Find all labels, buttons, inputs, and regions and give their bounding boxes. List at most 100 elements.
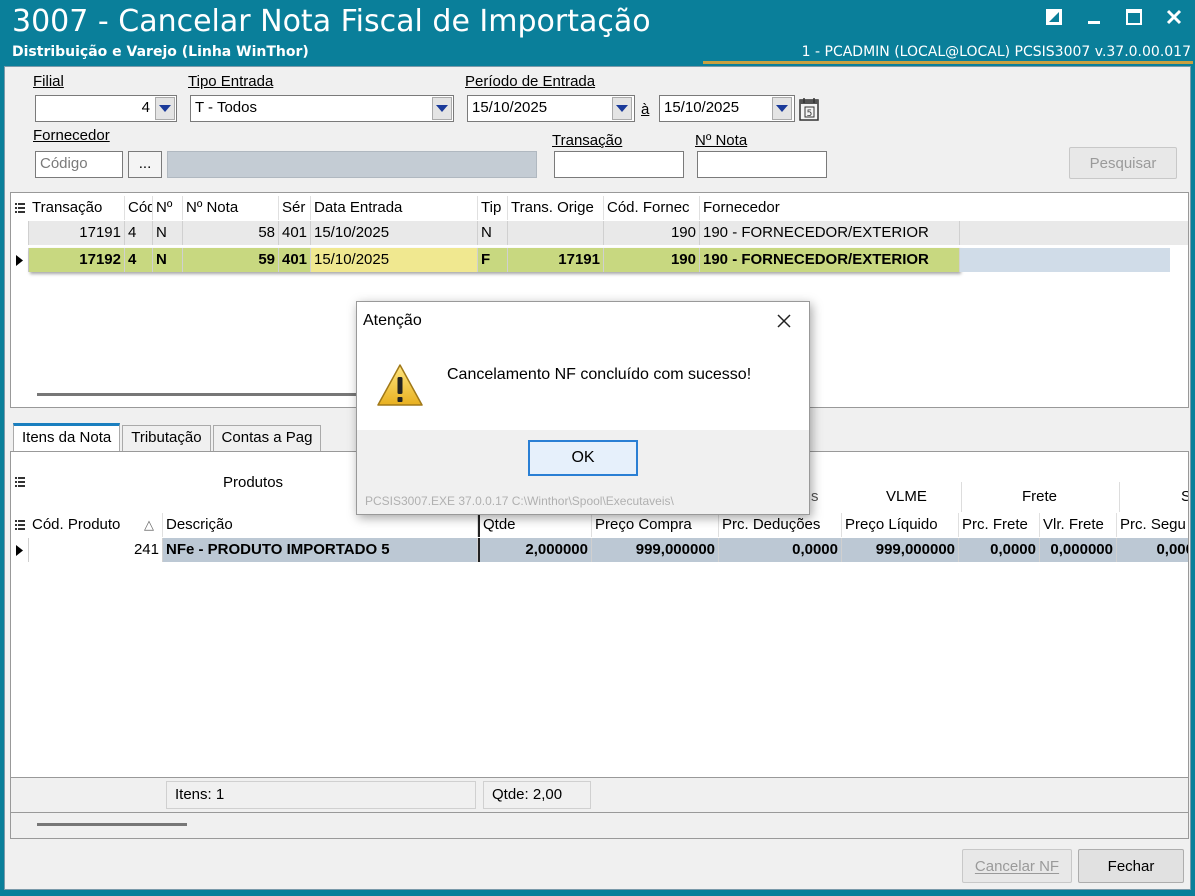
filial-dropdown-button[interactable] (155, 97, 175, 120)
col-prc-deducoes[interactable]: Prc. Deduções (719, 513, 842, 537)
cell-nota: 59 (183, 248, 279, 272)
horizontal-scrollbar[interactable] (37, 823, 187, 826)
col-qtde[interactable]: Qtde (478, 513, 592, 537)
cell-prc-deducoes: 0,0000 (719, 538, 842, 562)
periodo-separator-text: à (641, 101, 650, 118)
attention-dialog: Atenção Cancelamento NF concluído com su… (356, 301, 810, 515)
fornecedor-label: Fornecedor (33, 127, 110, 144)
col-fornecedor[interactable]: Fornecedor (700, 196, 960, 220)
list-icon (15, 477, 25, 487)
column-chooser-icon[interactable] (11, 196, 29, 220)
periodo-fim-dropdown-button[interactable] (772, 97, 792, 120)
svg-text:5: 5 (807, 109, 813, 119)
cancelar-nf-label: Cancelar NF (974, 857, 1060, 875)
cell-data-entrada: 15/10/2025 (311, 221, 478, 245)
minimize-icon (1088, 21, 1100, 24)
row-indicator (11, 221, 29, 245)
list-icon (15, 203, 25, 213)
band-vlme: VLME (886, 488, 927, 505)
close-icon (777, 314, 791, 328)
table-row[interactable]: 17191 4 N 58 401 15/10/2025 N 190 190 - … (11, 221, 1188, 245)
transacao-label: Transação (552, 132, 622, 149)
row-remainder (960, 248, 1170, 272)
restore-window-button[interactable] (1041, 4, 1067, 30)
tipo-entrada-label-text: Tipo Entrada (188, 73, 274, 90)
cell-n: N (153, 248, 183, 272)
column-chooser-icon[interactable] (11, 513, 29, 537)
table-row-selected[interactable]: 17192 4 N 59 401 15/10/2025 F 17191 190 … (11, 248, 1188, 272)
periodo-inicio-field[interactable]: 15/10/2025 (467, 95, 635, 122)
cell-vlr-frete: 0,000000 (1040, 538, 1117, 562)
fornecedor-codigo-field[interactable]: Código (35, 151, 123, 178)
col-cod[interactable]: Cód (125, 196, 153, 220)
minimize-button[interactable] (1081, 4, 1107, 30)
tab-itens-da-nota[interactable]: Itens da Nota (13, 423, 121, 451)
col-transacao[interactable]: Transação (29, 196, 125, 220)
col-n[interactable]: Nº (153, 196, 183, 220)
fornecedor-label-text: Fornecedor (33, 127, 110, 144)
cell-qtde: 2,000000 (478, 538, 592, 562)
close-window-button[interactable] (1161, 4, 1187, 30)
tipo-entrada-label: Tipo Entrada (188, 73, 273, 90)
fornecedor-lookup-button[interactable]: ... (128, 151, 162, 178)
col-data-entrada[interactable]: Data Entrada (311, 196, 478, 220)
col-cod-fornec[interactable]: Cód. Fornec (604, 196, 700, 220)
cell-trans-origem (508, 221, 604, 245)
dialog-close-button[interactable] (773, 310, 795, 332)
col-serie[interactable]: Sér (279, 196, 311, 220)
periodo-separator: à (641, 101, 649, 118)
col-prc-frete[interactable]: Prc. Frete (959, 513, 1040, 537)
cell-tipo: F (478, 248, 508, 272)
filial-label-text: Filial (33, 73, 64, 90)
pesquisar-button[interactable]: Pesquisar (1069, 147, 1177, 179)
ok-button[interactable]: OK (528, 440, 638, 476)
row-pointer-icon (11, 248, 29, 272)
col-vlr-frete[interactable]: Vlr. Frete (1040, 513, 1117, 537)
column-chooser-icon[interactable] (11, 470, 29, 494)
periodo-label-text: Período de Entrada (465, 73, 596, 90)
dialog-footer-path: PCSIS3007.EXE 37.0.0.17 C:\Winthor\Spool… (365, 494, 674, 508)
horizontal-scrollbar[interactable] (37, 393, 367, 396)
col-descricao[interactable]: Descrição (163, 513, 478, 537)
nota-field[interactable] (697, 151, 827, 178)
periodo-label: Período de Entrada (465, 73, 595, 90)
cell-transacao: 17192 (29, 248, 125, 272)
sort-ascending-icon: △ (144, 517, 154, 532)
tab-tributacao[interactable]: Tributação (122, 425, 211, 451)
col-prc-seguro[interactable]: Prc. Segu (1117, 513, 1188, 537)
cancelar-nf-button[interactable]: Cancelar NF (962, 849, 1072, 883)
cell-prc-frete: 0,0000 (959, 538, 1040, 562)
periodo-inicio-dropdown-button[interactable] (612, 97, 632, 120)
row-pointer-icon (11, 538, 29, 562)
col-tipo[interactable]: Tip (478, 196, 508, 220)
table-row-selected[interactable]: 241 NFe - PRODUTO IMPORTADO 5 2,000000 9… (11, 538, 1188, 562)
col-preco-compra[interactable]: Preço Compra (592, 513, 719, 537)
maximize-button[interactable] (1121, 4, 1147, 30)
notas-grid-header: Transação Cód Nº Nº Nota Sér Data Entrad… (11, 196, 960, 220)
cell-nota: 58 (183, 221, 279, 245)
transacao-field[interactable] (554, 151, 684, 178)
filial-label: Filial (33, 73, 64, 90)
cell-data-entrada: 15/10/2025 (311, 248, 478, 272)
col-preco-liquido[interactable]: Preço Líquido (842, 513, 959, 537)
band-produtos: Produtos (223, 474, 284, 491)
col-cod-produto[interactable]: Cód. Produto △ (29, 513, 163, 537)
calendar-button[interactable]: 5 (797, 96, 823, 122)
dialog-body: Cancelamento NF concluído com sucesso! (357, 340, 809, 430)
col-trans-origem[interactable]: Trans. Orige (508, 196, 604, 220)
triangle-right-icon (16, 544, 23, 556)
tab-contas-a-pagar[interactable]: Contas a Pag (212, 425, 322, 451)
cell-cod-fornec: 190 (604, 221, 700, 245)
maximize-icon (1126, 9, 1142, 25)
col-nota[interactable]: Nº Nota (183, 196, 279, 220)
tipo-entrada-select[interactable]: T - Todos (190, 95, 454, 122)
cell-fornecedor: 190 - FORNECEDOR/EXTERIOR (700, 248, 960, 272)
detail-tabs: Itens da Nota Tributação Contas a Pag (13, 423, 323, 451)
fechar-button[interactable]: Fechar (1078, 849, 1184, 883)
tipo-entrada-dropdown-button[interactable] (432, 97, 452, 120)
cell-cod-fornec: 190 (604, 248, 700, 272)
user-info: 1 - PCADMIN (LOCAL@LOCAL) PCSIS3007 v.37… (801, 44, 1191, 60)
cell-cod: 4 (125, 248, 153, 272)
band-s: S (1181, 488, 1188, 505)
warning-icon (375, 362, 425, 412)
